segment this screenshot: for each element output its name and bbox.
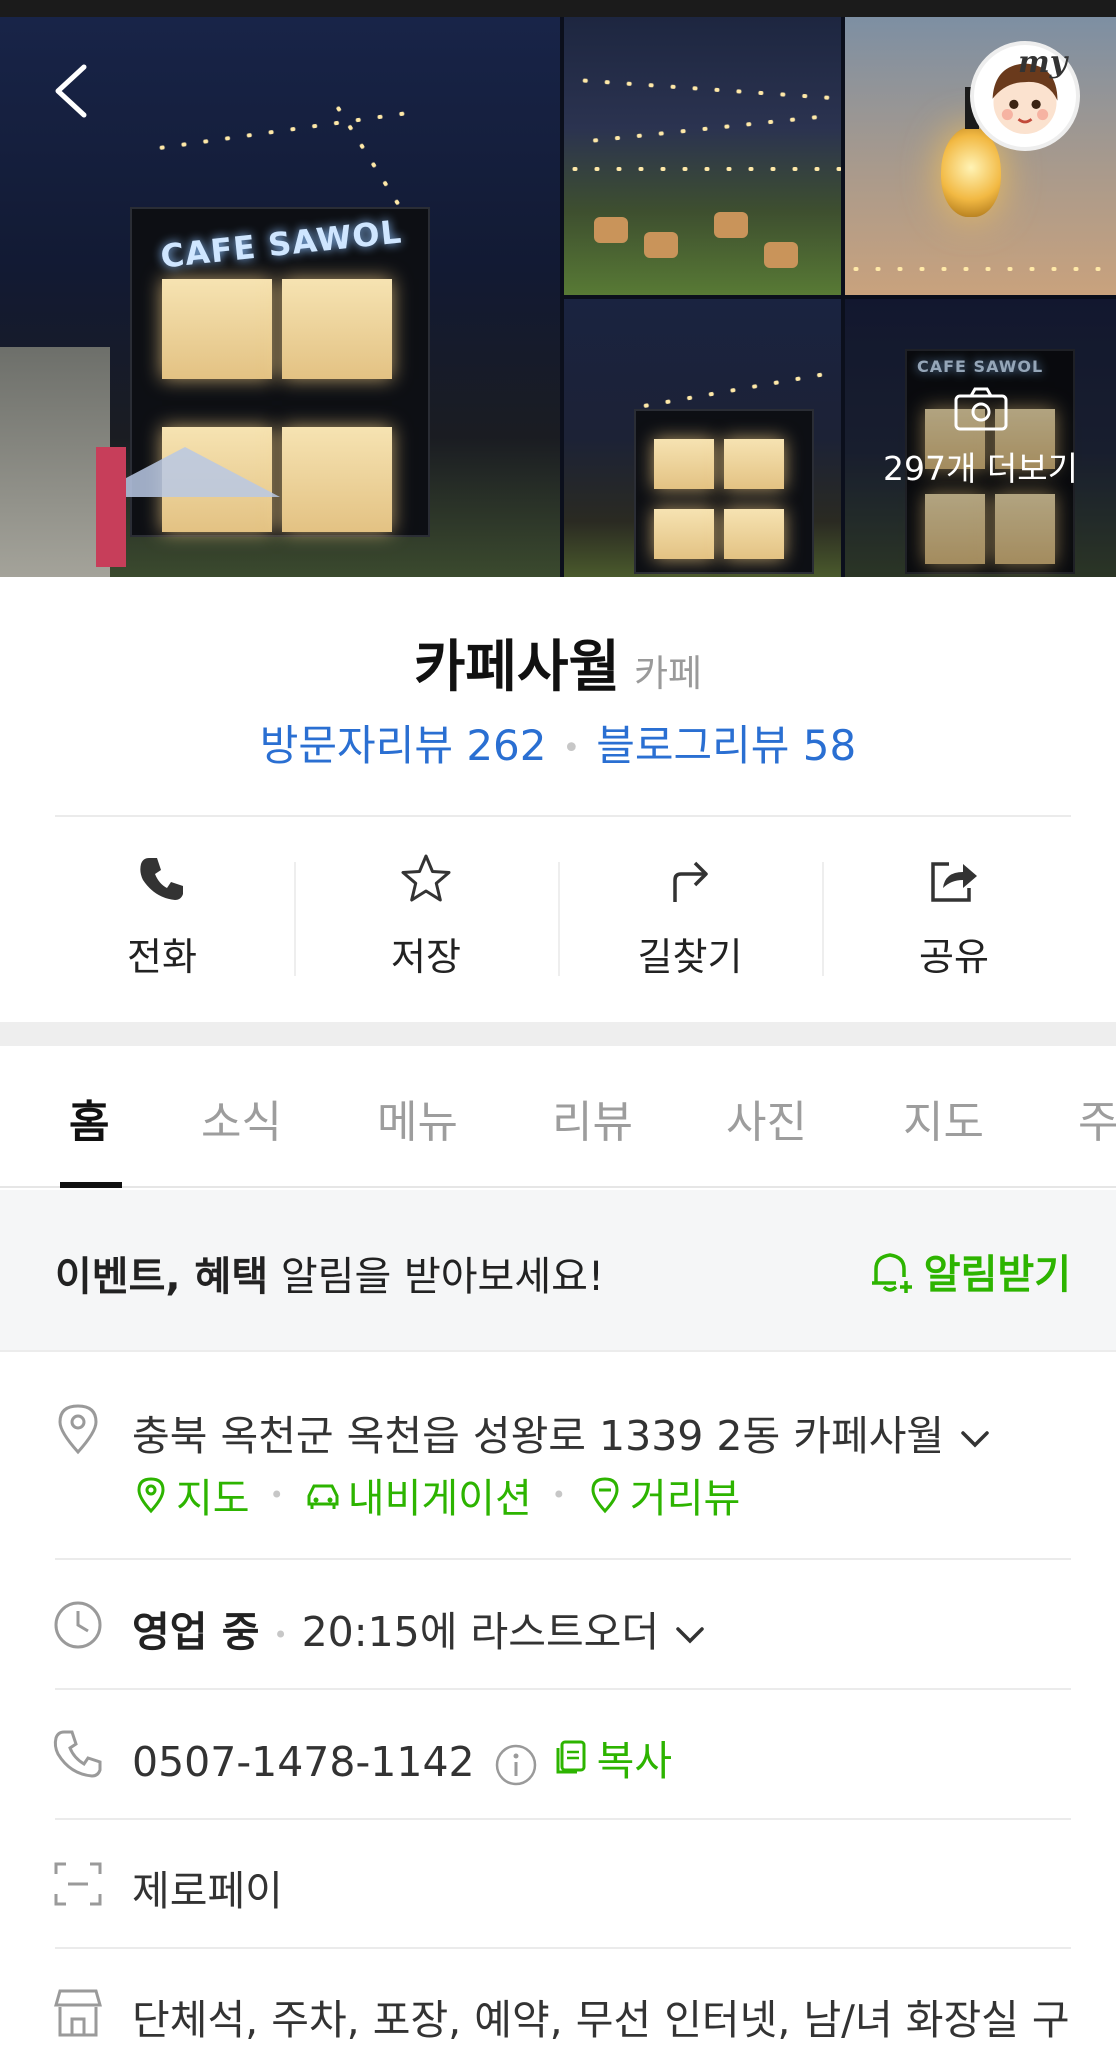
- share-label: 공유: [919, 935, 989, 979]
- separator-dot: •: [269, 1481, 284, 1509]
- event-notice-banner: 이벤트, 혜택 알림을 받아보세요! 알림받기: [0, 1190, 1116, 1352]
- tab-news[interactable]: 소식: [201, 1086, 282, 1150]
- tab-more[interactable]: 주: [1078, 1086, 1116, 1150]
- divider: [55, 1818, 1071, 1820]
- location-pin-icon: [58, 1404, 98, 1455]
- notice-text: 이벤트, 혜택 알림을 받아보세요!: [55, 1244, 604, 1302]
- store-icon: [54, 1989, 102, 2037]
- divider: [55, 1558, 1071, 1560]
- amenities-row[interactable]: 단체석, 주차, 포장, 예약, 무선 인터넷, 남/녀 화장실 구: [132, 1986, 1070, 2045]
- bell-plus-icon: [871, 1253, 912, 1293]
- divider: [55, 815, 1071, 817]
- phone-icon: [140, 858, 183, 900]
- star-icon: [401, 854, 451, 902]
- save-label: 저장: [391, 935, 461, 979]
- photo-gallery[interactable]: CAFE SAWOL CAFE SAWOL 297개 더보기 my: [0, 17, 1116, 577]
- directions-label: 길찾기: [637, 935, 743, 979]
- subscribe-button[interactable]: 알림받기: [866, 1242, 1071, 1300]
- tab-menu[interactable]: 메뉴: [377, 1086, 458, 1150]
- payment-row: 제로페이: [132, 1857, 283, 1917]
- business-hours-row[interactable]: 영업 중 • 20:15에 라스트오더: [132, 1598, 707, 1658]
- copy-button[interactable]: 복사: [553, 1727, 672, 1787]
- tab-home[interactable]: 홈: [69, 1086, 109, 1150]
- lightbulb-photo[interactable]: [845, 17, 1116, 295]
- share-button[interactable]: 공유: [822, 840, 1086, 990]
- amenities-text: 단체석, 주차, 포장, 예약, 무선 인터넷, 남/녀 화장실 구: [132, 1996, 1070, 2044]
- car-icon: [307, 1484, 339, 1509]
- review-links: 방문자리뷰 262 • 블로그리뷰 58: [0, 712, 1116, 773]
- tab-reviews[interactable]: 리뷰: [552, 1086, 633, 1150]
- chevron-down-icon: [676, 1627, 704, 1644]
- terrace-photo[interactable]: [564, 17, 841, 295]
- directions-icon: [673, 861, 708, 902]
- place-title: 카페사월 카페: [0, 622, 1116, 703]
- my-badge: my: [1018, 45, 1068, 80]
- more-photos-button[interactable]: 297개 더보기: [845, 299, 1116, 577]
- streetview-link-label: 거리뷰: [629, 1476, 741, 1522]
- action-bar: 전화 저장 길찾기 공유: [30, 840, 1086, 990]
- subscribe-label: 알림받기: [923, 1252, 1071, 1298]
- tab-bar: 홈 소식 메뉴 리뷰 사진 지도 주: [0, 1046, 1116, 1188]
- payment-text: 제로페이: [132, 1867, 283, 1915]
- tab-map[interactable]: 지도: [903, 1086, 984, 1150]
- directions-button[interactable]: 길찾기: [558, 840, 822, 990]
- phone-row: 0507-1478-1142 복사: [132, 1727, 672, 1788]
- section-separator: [0, 1022, 1116, 1046]
- call-button[interactable]: 전화: [30, 840, 294, 990]
- copy-label: 복사: [596, 1737, 673, 1785]
- more-photos-label: 297개 더보기: [883, 449, 1078, 488]
- camera-icon: [954, 387, 1007, 431]
- phone-outline-icon: [53, 1730, 102, 1778]
- notice-bold: 이벤트, 혜택: [55, 1254, 269, 1300]
- address-text: 충북 옥천군 옥천읍 성왕로 1339 2동 카페사월: [132, 1412, 945, 1460]
- address-row[interactable]: 충북 옥천군 옥천읍 성왕로 1339 2동 카페사월: [132, 1402, 992, 1462]
- blog-reviews-link[interactable]: 블로그리뷰 58: [596, 721, 856, 770]
- address-links: 지도 • 내비게이션 • 거리뷰: [132, 1466, 740, 1524]
- navigation-link[interactable]: 내비게이션: [304, 1466, 532, 1524]
- tab-photos[interactable]: 사진: [726, 1086, 807, 1150]
- map-link-label: 지도: [176, 1476, 250, 1522]
- last-order-text: 20:15에 라스트오더: [301, 1608, 660, 1656]
- chevron-down-icon: [961, 1431, 989, 1448]
- back-arrow-icon[interactable]: [44, 61, 104, 121]
- separator-dot: •: [562, 731, 581, 766]
- night-building-photo[interactable]: [564, 299, 841, 577]
- place-name: 카페사월: [413, 635, 620, 700]
- divider: [55, 1947, 1071, 1949]
- visitor-reviews-link[interactable]: 방문자리뷰 262: [260, 721, 547, 770]
- share-icon: [931, 862, 977, 902]
- payment-scan-icon: [54, 1862, 102, 1906]
- notice-rest: 알림을 받아보세요!: [268, 1254, 604, 1300]
- separator-dot: •: [273, 1621, 288, 1649]
- status-strip: [0, 0, 1116, 17]
- copy-icon: [556, 1740, 586, 1774]
- call-label: 전화: [127, 935, 197, 979]
- save-button[interactable]: 저장: [294, 840, 558, 990]
- streetview-pin-icon: [591, 1477, 619, 1514]
- navigation-link-label: 내비게이션: [347, 1476, 532, 1522]
- streetview-link[interactable]: 거리뷰: [586, 1466, 740, 1524]
- separator-dot: •: [551, 1481, 566, 1509]
- phone-number[interactable]: 0507-1478-1142: [132, 1738, 475, 1786]
- info-icon[interactable]: [493, 1742, 539, 1788]
- divider: [55, 1688, 1071, 1690]
- open-status: 영업 중: [132, 1608, 260, 1656]
- active-tab-indicator: [60, 1182, 122, 1188]
- clock-icon: [54, 1601, 102, 1649]
- map-link[interactable]: 지도: [132, 1466, 250, 1524]
- map-pin-icon: [137, 1477, 165, 1514]
- place-category: 카페: [634, 652, 703, 695]
